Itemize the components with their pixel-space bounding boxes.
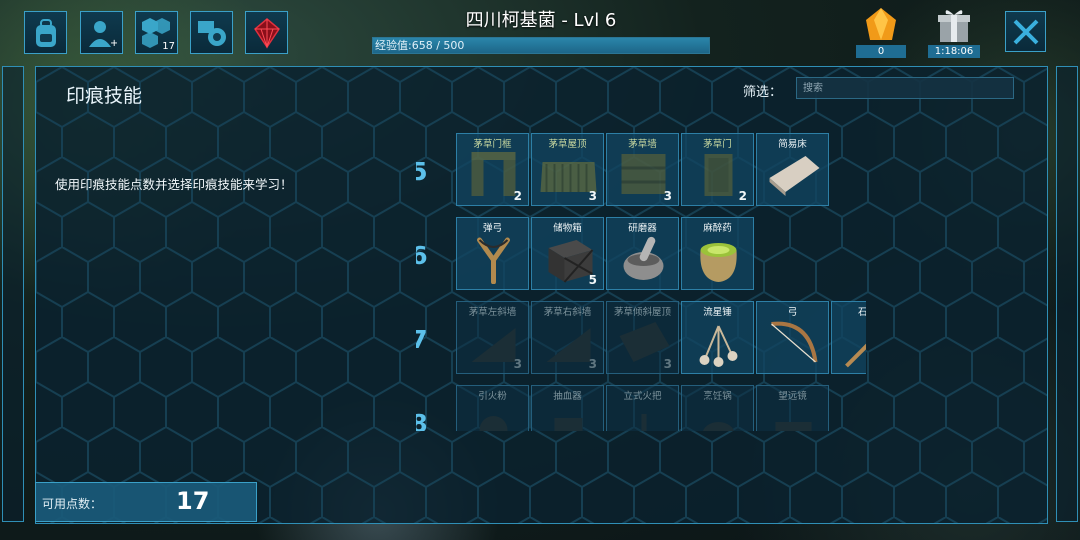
gems-count: 0 <box>856 45 906 58</box>
engram-grid: 5 茅草门框2茅草屋顶3茅草墙3茅草门2简易床 6 弹弓储物箱5研磨器麻醉药 7 茅草左斜… <box>416 131 866 431</box>
slingshot-icon <box>477 237 510 284</box>
mortar-pestle-icon <box>623 236 664 280</box>
engram-cost: 3 <box>663 189 672 203</box>
gems-widget[interactable]: 0 <box>856 6 906 58</box>
engram-slot[interactable]: 引火粉 <box>456 385 529 431</box>
engram-cost: 3 <box>513 357 522 371</box>
left-side-strip <box>2 66 24 522</box>
engram-slot[interactable]: 简易床 <box>756 133 829 206</box>
engram-slot[interactable]: 流星锤 <box>681 301 754 374</box>
engram-slot[interactable]: 麻醉药 <box>681 217 754 290</box>
player-add-icon[interactable]: + <box>80 11 123 54</box>
tribe-badge: 17 <box>162 41 175 52</box>
engram-slot[interactable]: 弹弓 <box>456 217 529 290</box>
engram-level-number: 7 <box>416 325 434 354</box>
points-label: 可用点数： <box>42 497 103 511</box>
xp-label: 经验值:658 / 500 <box>375 39 465 52</box>
engram-slot[interactable]: 茅草倾斜屋顶 3 <box>606 301 679 374</box>
blood-extractor-icon <box>554 418 583 431</box>
engram-slot[interactable]: 望远镜 <box>756 385 829 431</box>
tribe-icon[interactable]: 17 <box>135 11 178 54</box>
engram-slot[interactable]: 立式火把 <box>606 385 679 431</box>
gift-box-icon <box>938 10 970 42</box>
bow-icon <box>771 321 818 363</box>
stone-arrow-icon <box>845 343 866 368</box>
right-side-strip <box>1056 66 1078 522</box>
svg-text:+: + <box>110 38 117 49</box>
engram-cost: 5 <box>588 273 597 287</box>
engram-slot[interactable]: 储物箱 5 <box>531 217 604 290</box>
panel-title: 印痕技能 <box>66 85 143 107</box>
ark-crystal-icon[interactable] <box>245 11 288 54</box>
engram-cost: 3 <box>663 357 672 371</box>
engram-slot[interactable]: 茅草门框 2 <box>456 133 529 206</box>
engram-cost: 3 <box>588 189 597 203</box>
xp-bar: 经验值:658 / 500 <box>372 37 710 54</box>
engram-slot[interactable]: 茅草右斜墙 3 <box>531 301 604 374</box>
instructions-text: 使用印痕技能点数并选择印痕技能来学习！ <box>55 177 293 192</box>
gift-widget[interactable]: 1:18:06 <box>928 6 980 58</box>
narcotic-icon <box>700 243 737 282</box>
engram-cost: 2 <box>738 189 747 203</box>
cooking-pot-icon <box>703 422 734 431</box>
search-input[interactable] <box>796 77 1014 99</box>
standing-torch-icon <box>641 414 647 431</box>
engram-slot[interactable]: 茅草屋顶 3 <box>531 133 604 206</box>
points-value: 17 <box>176 487 210 515</box>
sparkpowder-icon <box>479 416 508 431</box>
backpack-icon[interactable] <box>24 11 67 54</box>
filter-label: 筛选： <box>743 85 783 100</box>
amber-gem-icon <box>866 8 896 40</box>
simple-bed-icon <box>769 156 820 196</box>
engrams-gear-icon[interactable] <box>190 11 233 54</box>
engram-cost: 3 <box>588 357 597 371</box>
spyglass-icon <box>775 422 812 431</box>
engram-slot[interactable]: 茅草左斜墙 3 <box>456 301 529 374</box>
engram-cost: 2 <box>513 189 522 203</box>
engram-level-number: 6 <box>416 241 434 270</box>
engram-slot[interactable]: 茅草门 2 <box>681 133 754 206</box>
engram-slot[interactable]: 抽血器 <box>531 385 604 431</box>
player-name-level: 四川柯基菌 - Lvl 6 <box>465 10 617 31</box>
engram-slot[interactable]: 石箭 <box>831 301 866 374</box>
engram-level-number: 5 <box>416 157 434 186</box>
engram-slot[interactable]: 茅草墙 3 <box>606 133 679 206</box>
gift-timer: 1:18:06 <box>928 45 980 58</box>
close-button[interactable] <box>1005 11 1046 52</box>
engram-slot[interactable]: 弓 <box>756 301 829 374</box>
engrams-panel: 印痕技能 筛选： 使用印痕技能点数并选择印痕技能来学习！ 5 茅草门框2茅草屋顶3… <box>35 66 1048 524</box>
engram-level-number: 8 <box>416 409 434 431</box>
bola-icon <box>699 325 738 367</box>
close-icon <box>1013 19 1038 44</box>
engram-slot[interactable]: 研磨器 <box>606 217 679 290</box>
available-points-box: 可用点数： 17 <box>35 482 257 522</box>
engram-slot[interactable]: 烹饪锅 <box>681 385 754 431</box>
